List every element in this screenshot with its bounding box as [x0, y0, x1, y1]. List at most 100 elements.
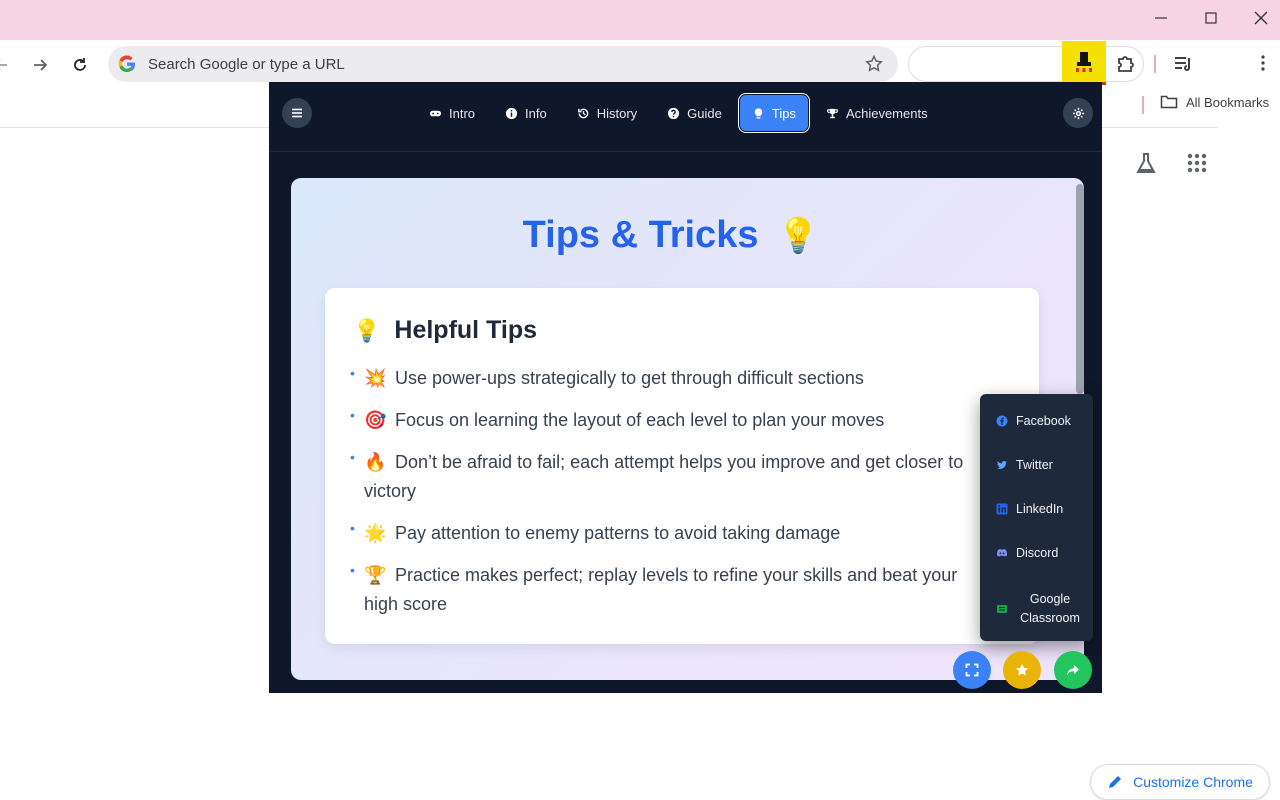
share-linkedin-label: LinkedIn: [1016, 502, 1064, 516]
bookmarks-separator: [1142, 96, 1144, 114]
hamburger-icon: [292, 108, 302, 118]
all-bookmarks-button[interactable]: All Bookmarks: [1160, 94, 1269, 110]
bullet-icon: •: [350, 520, 355, 536]
tab-intro-label: Intro: [449, 105, 476, 121]
bookmark-star-icon[interactable]: [864, 54, 884, 74]
facebook-icon: [996, 415, 1008, 427]
tip-text: Pay attention to enemy patterns to avoid…: [395, 523, 841, 543]
chrome-menu-button[interactable]: [1252, 52, 1276, 78]
arrow-left-icon: [0, 60, 7, 70]
bullet-icon: •: [350, 407, 355, 423]
tab-tips-label: Tips: [771, 105, 796, 121]
trophy-emoji-icon: 🏆: [364, 565, 387, 585]
customize-chrome-label: Customize Chrome: [1133, 774, 1253, 790]
popup-nav-bar: Intro Info History Guide Tips Achievemen…: [269, 82, 1102, 152]
helpful-tips-heading-text: Helpful Tips: [394, 316, 538, 344]
tab-history[interactable]: History: [565, 95, 649, 131]
share-discord[interactable]: Discord: [996, 546, 1058, 560]
favorite-button[interactable]: [1003, 651, 1041, 689]
reload-button[interactable]: [67, 52, 93, 78]
close-icon: [1254, 11, 1268, 25]
star-icon: [1016, 664, 1028, 676]
tab-info[interactable]: Info: [493, 95, 559, 131]
share-discord-label: Discord: [1016, 546, 1059, 560]
close-window-button[interactable]: [1236, 0, 1280, 36]
game-extension-icon: [1076, 51, 1092, 72]
extensions-button[interactable]: [1112, 50, 1140, 78]
share-facebook[interactable]: Facebook: [996, 414, 1071, 428]
toolbar-separator: [1154, 55, 1156, 73]
profile-pill[interactable]: [908, 46, 1144, 82]
extension-button[interactable]: [1062, 41, 1106, 85]
helpful-tips-card: 💡 Helpful Tips • 💥 Use power-ups strategi…: [325, 288, 1039, 644]
pencil-icon: [1109, 776, 1122, 788]
tab-achievements[interactable]: Achievements: [814, 95, 940, 131]
share-twitter[interactable]: Twitter: [996, 458, 1053, 472]
menu-button[interactable]: [282, 98, 312, 128]
share-button[interactable]: [1054, 651, 1092, 689]
media-queue-icon: [1175, 57, 1190, 71]
page-title: Tips & Tricks 💡: [291, 214, 1051, 257]
tab-guide-label: Guide: [687, 105, 722, 121]
folder-icon: [1160, 95, 1178, 109]
more-vertical-icon: [1261, 55, 1265, 71]
tab-info-label: Info: [525, 105, 547, 121]
extension-popup: Intro Info History Guide Tips Achievemen…: [269, 82, 1102, 693]
share-google-classroom[interactable]: Google Classroom: [996, 590, 1084, 628]
google-classroom-icon: [997, 605, 1007, 613]
lightbulb-emoji-icon: 💡: [777, 217, 820, 255]
explosion-emoji-icon: 💥: [364, 368, 387, 388]
bullet-icon: •: [350, 365, 355, 381]
discord-icon: [997, 549, 1008, 557]
list-item: • 🌟 Pay attention to enemy patterns to av…: [350, 519, 993, 548]
gamepad-icon: [429, 110, 442, 116]
tab-tips[interactable]: Tips: [737, 93, 810, 133]
scrollbar-thumb[interactable]: [1076, 184, 1084, 394]
bullet-icon: •: [350, 562, 355, 578]
target-emoji-icon: 🎯: [364, 410, 387, 430]
share-arrow-icon: [1067, 665, 1079, 675]
bookmarks-bar: All Bookmarks: [1100, 90, 1280, 120]
history-icon: [577, 108, 589, 118]
all-bookmarks-label: All Bookmarks: [1186, 94, 1270, 110]
reload-icon: [74, 58, 86, 71]
minimize-icon: [1155, 17, 1167, 19]
nav-tabs: Intro Info History Guide Tips Achievemen…: [417, 93, 940, 133]
arrow-right-icon: [34, 59, 48, 71]
trophy-icon: [826, 108, 838, 118]
forward-button[interactable]: [27, 52, 53, 78]
gear-icon: [1072, 107, 1084, 119]
share-menu: Facebook Twitter LinkedIn Discord Google…: [980, 394, 1093, 641]
omnibox[interactable]: Search Google or type a URL: [108, 46, 898, 82]
tip-text: Don’t be afraid to fail; each attempt he…: [364, 452, 964, 501]
star-emoji-icon: 🌟: [364, 523, 387, 543]
back-button[interactable]: [0, 52, 14, 78]
puzzle-icon: [1118, 56, 1134, 72]
media-control-button[interactable]: [1172, 52, 1198, 78]
list-item: • 🎯 Focus on learning the layout of each …: [350, 406, 993, 435]
share-facebook-label: Facebook: [1016, 414, 1071, 428]
helpful-tips-heading: 💡 Helpful Tips: [353, 316, 537, 345]
omnibox-placeholder: Search Google or type a URL: [148, 55, 345, 73]
customize-chrome-button[interactable]: Customize Chrome: [1090, 764, 1270, 800]
share-linkedin[interactable]: LinkedIn: [996, 502, 1063, 516]
window-titlebar: [0, 0, 1280, 40]
tab-history-label: History: [596, 105, 638, 121]
minimize-button[interactable]: [1136, 0, 1186, 36]
tip-text: Focus on learning the layout of each lev…: [395, 410, 885, 430]
fire-emoji-icon: 🔥: [364, 452, 387, 472]
tab-intro[interactable]: Intro: [417, 95, 487, 131]
maximize-button[interactable]: [1186, 0, 1236, 36]
fullscreen-button[interactable]: [953, 651, 991, 689]
settings-button[interactable]: [1063, 98, 1093, 128]
tips-list: • 💥 Use power-ups strategically to get th…: [350, 364, 993, 632]
tip-text: Practice makes perfect; replay levels to…: [364, 565, 958, 614]
google-logo-icon: [116, 53, 138, 75]
list-item: • 🏆 Practice makes perfect; replay levels…: [350, 561, 993, 619]
tab-guide[interactable]: Guide: [655, 95, 734, 131]
google-apps-icon[interactable]: [1184, 150, 1212, 178]
labs-flask-icon[interactable]: [1132, 150, 1160, 178]
lightbulb-emoji-icon: 💡: [353, 317, 381, 343]
share-twitter-label: Twitter: [1016, 458, 1053, 472]
twitter-icon: [997, 461, 1007, 469]
